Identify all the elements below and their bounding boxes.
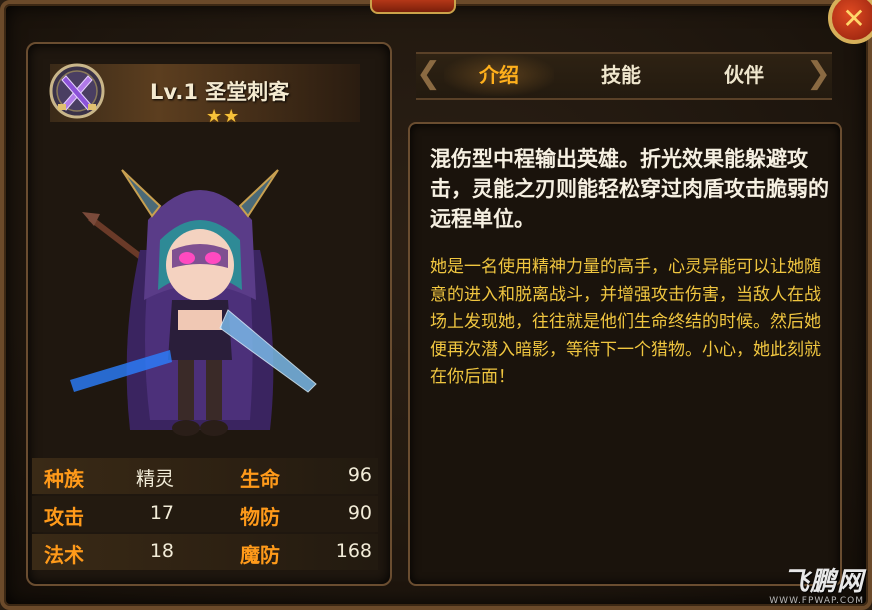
ornament-left-icon: ❮ — [416, 56, 442, 91]
stat-label: 魔防 — [240, 543, 280, 567]
tab-skills[interactable]: 技能 — [566, 54, 676, 96]
close-icon: ✕ — [842, 1, 866, 35]
tab-bar: ❮ ❯ 介绍 技能 伙伴 — [416, 48, 832, 100]
stat-value: 17 — [149, 502, 174, 524]
stat-value: 精灵 — [135, 468, 174, 490]
stat-value: 18 — [149, 540, 174, 562]
ornament-right-icon: ❯ — [806, 56, 832, 91]
crossed-daggers-icon — [49, 63, 105, 119]
stat-label: 攻击 — [44, 505, 84, 529]
top-ornament — [370, 0, 456, 14]
hero-name: Lv.1 圣堂刺客 — [150, 80, 290, 104]
stat-row: 法术 18 魔防 168 — [32, 534, 378, 570]
stat-row: 种族 精灵 生命 96 — [32, 458, 378, 494]
stat-value: 168 — [335, 540, 372, 562]
hero-portrait — [70, 169, 317, 436]
stat-label: 种族 — [44, 467, 84, 491]
stat-label: 法术 — [44, 543, 84, 567]
stat-value: 90 — [347, 502, 372, 524]
tab-intro[interactable]: 介绍 — [444, 54, 554, 96]
hero-lore: 她是一名使用精神力量的高手，心灵异能可以让她随意的进入和脱离战斗，并增强攻击伤害… — [430, 257, 821, 387]
stat-value: 96 — [347, 464, 372, 486]
stats-table: 种族 精灵 生命 96 攻击 17 物防 90 法术 18 魔防 168 — [32, 458, 378, 572]
stat-row: 攻击 17 物防 90 — [32, 496, 378, 532]
watermark-logo: 飞鹏网 WWW.FPWAP.COM — [724, 568, 864, 610]
hero-summary: 混伤型中程输出英雄。折光效果能躲避攻击，灵能之刃则能轻松穿过肉盾攻击脆弱的远程单… — [430, 147, 829, 231]
tab-partners[interactable]: 伙伴 — [689, 54, 799, 96]
description-box: 混伤型中程输出英雄。折光效果能躲避攻击，灵能之刃则能轻松穿过肉盾攻击脆弱的远程单… — [408, 122, 842, 586]
watermark-url: WWW.FPWAP.COM — [769, 596, 864, 606]
star-rating: ★★ — [206, 106, 241, 127]
stat-label: 物防 — [240, 505, 280, 529]
stat-label: 生命 — [240, 467, 280, 491]
watermark-title: 飞鹏网 — [782, 567, 864, 597]
